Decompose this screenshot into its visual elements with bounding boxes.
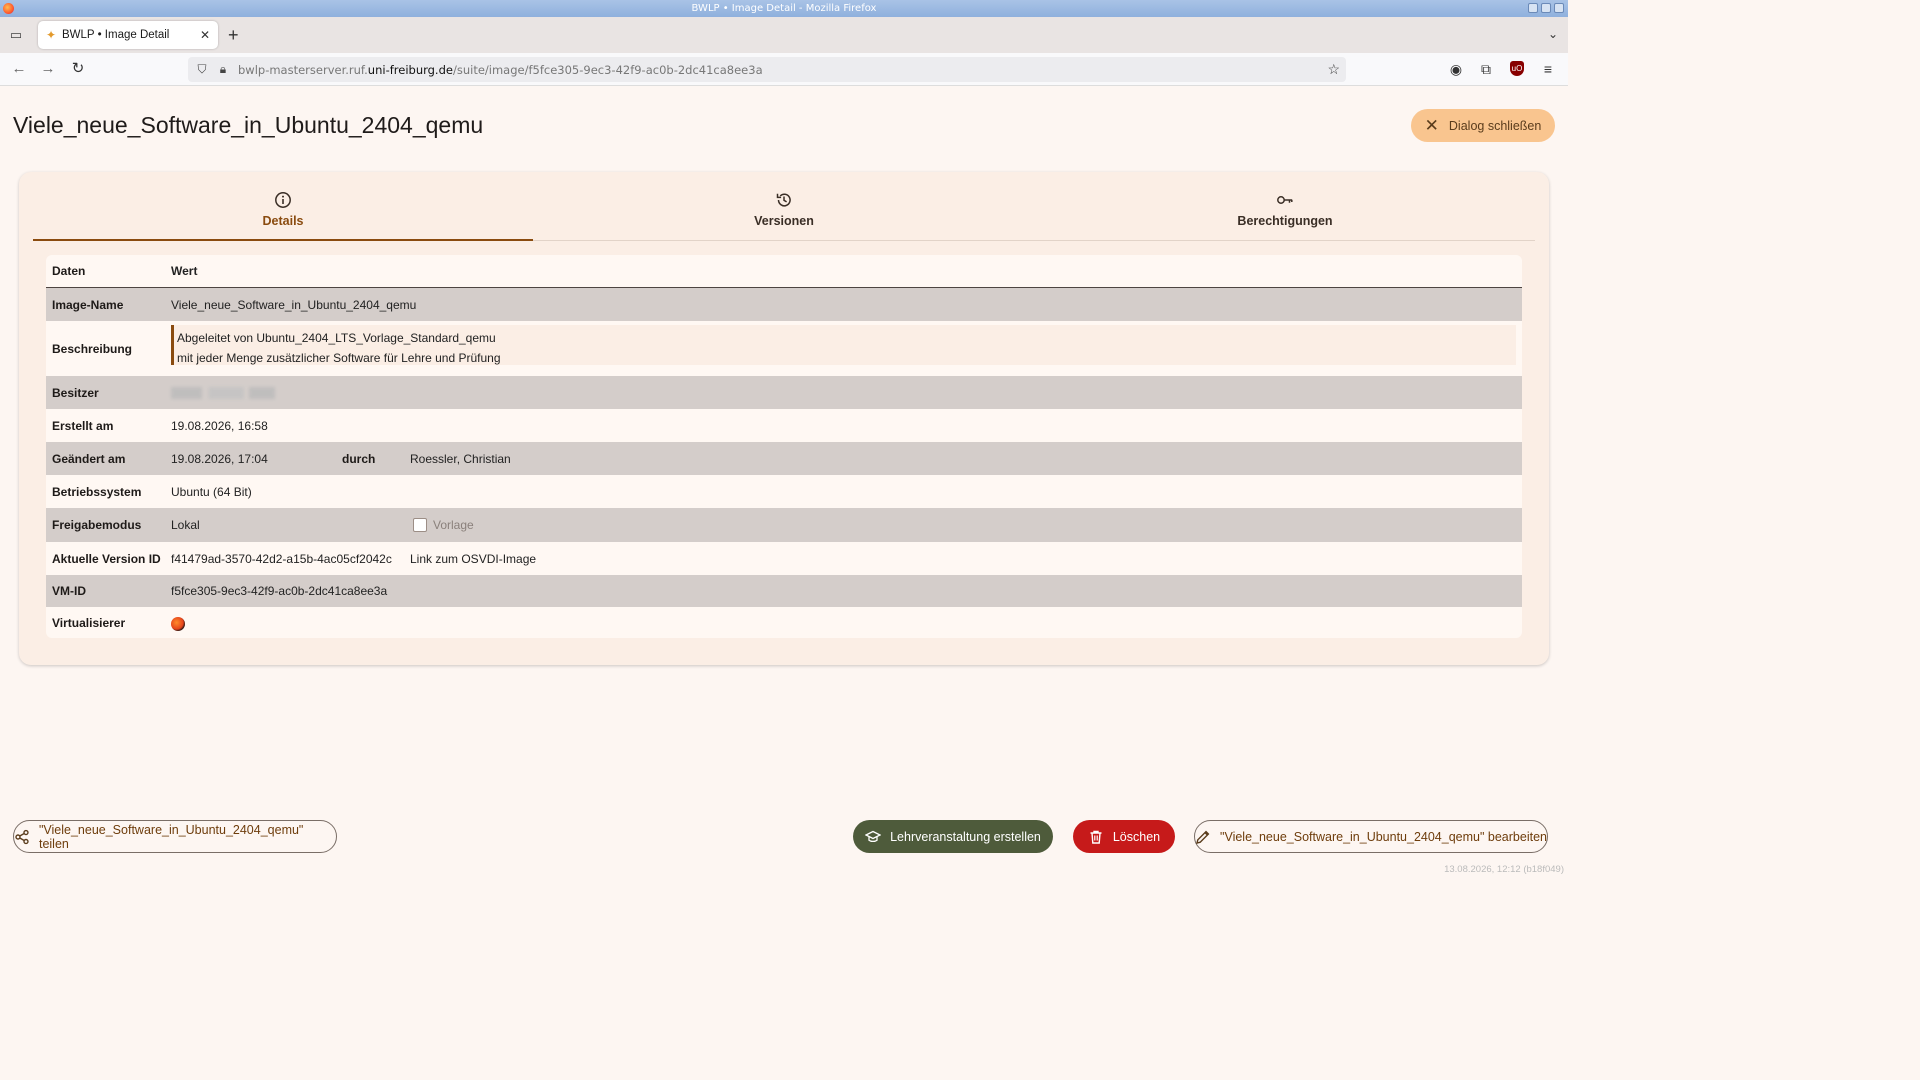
close-dialog-label: Dialog schließen	[1448, 118, 1542, 133]
row-label-share-mode: Freigabemodus	[52, 518, 142, 532]
close-icon: ✕	[1424, 116, 1439, 135]
window-titlebar: BWLP • Image Detail - Mozilla Firefox	[0, 0, 1568, 17]
column-header-data: Daten	[52, 264, 86, 278]
minimize-icon[interactable]	[1528, 3, 1538, 13]
browser-navbar: ← → ↻ ⛉ 🔒︎ bwlp-masterserver.ruf.uni-fre…	[0, 53, 1568, 86]
tab-versions-label: Versionen	[754, 214, 814, 228]
template-checkbox[interactable]	[413, 518, 427, 532]
row-label-virtualizer: Virtualisierer	[52, 615, 126, 630]
browser-tab-active[interactable]: ✦ BWLP • Image Detail ✕	[38, 21, 218, 49]
created-value: 19.08.2026, 16:58	[171, 418, 268, 433]
details-table: Daten Wert Image-Name Viele_neue_Softwar…	[46, 255, 1522, 638]
url-bar[interactable]: ⛉ 🔒︎ bwlp-masterserver.ruf.uni-freiburg.…	[188, 57, 1346, 82]
tab-overview-icon[interactable]: ▭	[8, 27, 24, 43]
close-window-icon[interactable]	[1554, 3, 1564, 13]
close-dialog-button[interactable]: ✕ Dialog schließen	[1411, 109, 1555, 142]
row-label-vm-id: VM-ID	[52, 584, 86, 598]
table-header: Daten Wert	[46, 255, 1522, 288]
row-label-image-name: Image-Name	[52, 297, 124, 312]
table-row: Aktuelle Version ID f41479ad-3570-42d2-a…	[46, 542, 1522, 575]
changed-by-label: durch	[342, 451, 376, 466]
table-row: VM-ID f5fce305-9ec3-42f9-ac0b-2dc41ca8ee…	[46, 575, 1522, 607]
owner-value-redacted	[171, 387, 275, 399]
row-label-description: Beschreibung	[52, 341, 133, 356]
changed-value: 19.08.2026, 17:04	[171, 451, 268, 466]
detail-tabs: Details Versionen Berechtigungen	[33, 184, 1535, 241]
ublock-origin-icon[interactable]: uO	[1510, 61, 1524, 76]
tab-details-label: Details	[262, 214, 304, 228]
changed-by-value: Roessler, Christian	[410, 451, 511, 466]
description-box: Abgeleitet von Ubuntu_2404_LTS_Vorlage_S…	[171, 325, 1516, 365]
os-value: Ubuntu (64 Bit)	[171, 484, 252, 499]
close-tab-icon[interactable]: ✕	[200, 28, 210, 42]
firefox-logo-icon	[3, 3, 14, 14]
graduation-cap-icon	[865, 830, 882, 842]
back-icon[interactable]: ←	[10, 60, 28, 78]
bookmark-star-icon[interactable]: ☆	[1327, 61, 1340, 78]
delete-button[interactable]: Löschen	[1073, 820, 1175, 853]
extensions-icon[interactable]: ⧉	[1477, 60, 1495, 78]
row-label-owner: Besitzer	[52, 385, 99, 400]
history-icon	[776, 193, 791, 207]
create-course-label: Lehrveranstaltung erstellen	[890, 829, 1041, 844]
table-row: Betriebssystem Ubuntu (64 Bit)	[46, 475, 1522, 508]
delete-label: Löschen	[1112, 829, 1161, 844]
row-label-version-id: Aktuelle Version ID	[52, 551, 161, 566]
share-image-button[interactable]: "Viele_neue_Software_in_Ubuntu_2404_qemu…	[13, 820, 337, 853]
table-row: Besitzer	[46, 376, 1522, 409]
trash-icon	[1090, 830, 1102, 844]
description-line-2: mit jeder Menge zusätzlicher Software fü…	[177, 351, 501, 365]
column-header-value: Wert	[171, 264, 198, 278]
table-row: Freigabemodus Lokal Vorlage	[46, 508, 1522, 542]
site-favicon-icon: ✦	[46, 28, 57, 42]
window-title: BWLP • Image Detail - Mozilla Firefox	[691, 3, 877, 14]
row-label-created: Erstellt am	[52, 418, 114, 433]
list-all-tabs-icon[interactable]: ⌄	[1548, 27, 1558, 41]
tab-permissions[interactable]: Berechtigungen	[1035, 184, 1535, 240]
menu-icon[interactable]: ≡	[1539, 60, 1557, 78]
build-stamp: 13.08.2026, 12:12 (b18f049)	[1444, 864, 1564, 875]
tab-details[interactable]: Details	[33, 184, 533, 241]
row-label-changed: Geändert am	[52, 451, 126, 466]
reload-icon[interactable]: ↻	[69, 60, 87, 78]
template-checkbox-label: Vorlage	[433, 518, 474, 532]
edit-image-label: "Viele_neue_Software_in_Ubuntu_2404_qemu…	[1220, 829, 1547, 844]
version-id-value: f41479ad-3570-42d2-a15b-4ac05cf2042c	[171, 551, 392, 566]
table-row: Geändert am 19.08.2026, 17:04 durch Roes…	[46, 442, 1522, 475]
qemu-icon	[171, 617, 185, 631]
lock-icon[interactable]: 🔒︎	[216, 62, 230, 77]
url-text[interactable]: bwlp-masterserver.ruf.uni-freiburg.de/su…	[238, 63, 763, 77]
image-detail-card: Details Versionen Berechtigungen Daten W…	[19, 172, 1549, 665]
page-title: Viele_neue_Software_in_Ubuntu_2404_qemu	[13, 112, 484, 138]
image-name-value: Viele_neue_Software_in_Ubuntu_2404_qemu	[171, 297, 417, 312]
description-line-1: Abgeleitet von Ubuntu_2404_LTS_Vorlage_S…	[177, 331, 496, 345]
share-image-label: "Viele_neue_Software_in_Ubuntu_2404_qemu…	[38, 822, 304, 851]
table-row: Virtualisierer	[46, 607, 1522, 638]
account-icon[interactable]: ◉	[1447, 60, 1465, 78]
tab-versions[interactable]: Versionen	[534, 184, 1034, 240]
key-icon	[1277, 196, 1293, 204]
table-row: Erstellt am 19.08.2026, 16:58	[46, 409, 1522, 442]
maximize-icon[interactable]	[1541, 3, 1551, 13]
share-icon	[15, 829, 29, 844]
window-controls	[1528, 3, 1564, 13]
shield-icon[interactable]: ⛉	[195, 62, 209, 77]
share-mode-value: Lokal	[171, 518, 200, 532]
vm-id-value: f5fce305-9ec3-42f9-ac0b-2dc41ca8ee3a	[171, 584, 388, 598]
tab-permissions-label: Berechtigungen	[1237, 214, 1333, 228]
pencil-icon	[1196, 830, 1210, 844]
browser-tab-strip: ▭ ✦ BWLP • Image Detail ✕ + ⌄	[0, 17, 1568, 53]
create-course-button[interactable]: Lehrveranstaltung erstellen	[853, 820, 1053, 853]
browser-tab-label: BWLP • Image Detail	[62, 29, 170, 41]
table-row: Image-Name Viele_neue_Software_in_Ubuntu…	[46, 288, 1522, 321]
osvdi-image-link[interactable]: Link zum OSVDI-Image	[410, 552, 536, 566]
forward-icon[interactable]: →	[39, 60, 57, 78]
info-icon	[275, 192, 291, 208]
edit-image-button[interactable]: "Viele_neue_Software_in_Ubuntu_2404_qemu…	[1194, 820, 1548, 853]
new-tab-icon[interactable]: +	[228, 26, 239, 44]
row-label-os: Betriebssystem	[52, 484, 142, 499]
table-row: Beschreibung Abgeleitet von Ubuntu_2404_…	[46, 321, 1522, 376]
